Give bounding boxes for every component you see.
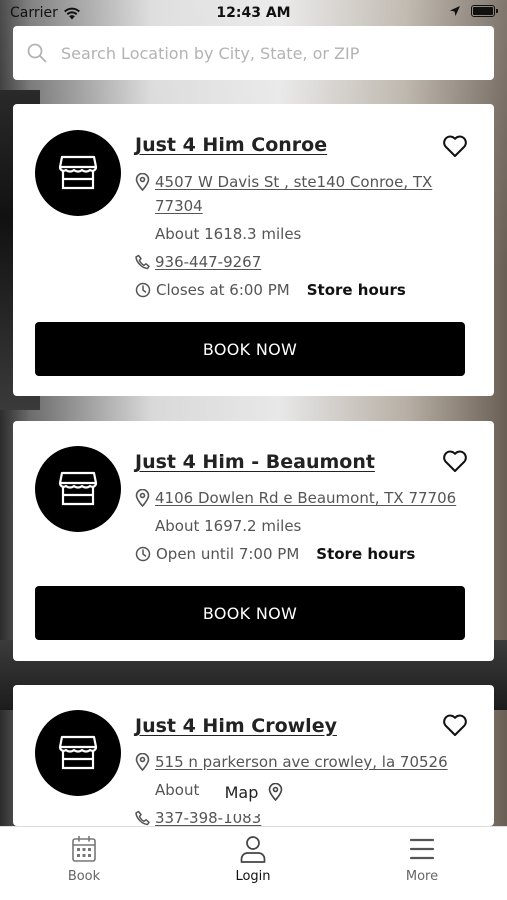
store-logo	[35, 710, 121, 796]
storefront-icon	[58, 471, 98, 506]
clock-icon	[135, 546, 151, 562]
distance-row: About 1618.3 miles	[135, 222, 301, 246]
distance-row: About 1697.2 miles	[135, 514, 301, 538]
distance-text: About	[155, 781, 200, 799]
map-pin-icon	[135, 753, 150, 771]
status-right	[449, 5, 498, 17]
search-bar[interactable]	[13, 26, 494, 80]
tab-label: Login	[235, 869, 271, 884]
location-arrow-icon	[450, 6, 460, 16]
address-line-2[interactable]: 77304	[155, 194, 432, 218]
phone-icon	[135, 810, 150, 826]
map-toggle-button[interactable]: Map	[202, 770, 306, 814]
search-icon	[27, 43, 47, 63]
distance-row: About	[135, 778, 199, 802]
storefront-icon	[58, 155, 98, 190]
tab-label: More	[405, 869, 439, 884]
book-now-button[interactable]: BOOK NOW	[35, 586, 465, 640]
store-card-beaumont: Just 4 Him - Beaumont 4106 Dowlen Rd e B…	[13, 421, 494, 661]
battery-icon	[471, 5, 498, 17]
tab-login[interactable]: Login	[208, 835, 298, 884]
menu-icon	[409, 838, 435, 860]
clock-icon	[135, 282, 151, 298]
tab-more[interactable]: More	[377, 835, 467, 884]
store-hours-link[interactable]: Store hours	[307, 278, 406, 302]
book-now-button[interactable]: BOOK NOW	[35, 322, 465, 376]
store-logo	[35, 446, 121, 532]
store-name[interactable]: Just 4 Him Crowley	[135, 715, 337, 737]
address-line-1[interactable]: 515 n parkerson ave crowley, la 70526	[155, 750, 448, 774]
store-card-conroe: Just 4 Him Conroe 4507 W Davis St , ste1…	[13, 104, 494, 396]
status-bar: Carrier 12:43 AM	[0, 0, 507, 26]
distance-text: About 1618.3 miles	[155, 225, 302, 243]
favorite-heart-icon[interactable]	[442, 134, 468, 158]
tab-label: Book	[67, 869, 101, 884]
address-line-1[interactable]: 4106 Dowlen Rd e Beaumont, TX 77706	[155, 486, 456, 510]
status-time: 12:43 AM	[216, 5, 291, 21]
store-name[interactable]: Just 4 Him - Beaumont	[135, 451, 375, 473]
favorite-heart-icon[interactable]	[442, 449, 468, 473]
tab-book[interactable]: Book	[39, 835, 129, 884]
search-input[interactable]	[61, 43, 481, 63]
phone-link[interactable]: 936-447-9267	[155, 250, 261, 274]
phone-row[interactable]: 936-447-9267	[135, 250, 261, 274]
address-row[interactable]: 4106 Dowlen Rd e Beaumont, TX 77706	[135, 486, 456, 510]
store-hours-link[interactable]: Store hours	[316, 542, 415, 566]
address-line-1[interactable]: 4507 W Davis St , ste140 Conroe, TX	[155, 170, 432, 194]
map-pin-icon	[269, 783, 283, 801]
hours-status: Open until 7:00 PM	[156, 545, 300, 563]
user-icon	[240, 836, 266, 863]
map-button-label: Map	[224, 782, 259, 802]
store-name[interactable]: Just 4 Him Conroe	[135, 134, 327, 156]
store-logo	[35, 130, 121, 216]
map-pin-icon	[135, 489, 150, 507]
calendar-icon	[72, 835, 96, 862]
hours-status: Closes at 6:00 PM	[156, 281, 290, 299]
distance-text: About 1697.2 miles	[155, 517, 302, 535]
address-row[interactable]: 4507 W Davis St , ste140 Conroe, TX 7730…	[135, 170, 432, 218]
storefront-icon	[58, 735, 98, 770]
map-pin-icon	[135, 173, 150, 191]
phone-icon	[135, 254, 150, 270]
hours-row: Open until 7:00 PM Store hours	[135, 542, 415, 566]
hours-row: Closes at 6:00 PM Store hours	[135, 278, 406, 302]
bottom-tab-bar: Book Login More	[0, 826, 507, 900]
favorite-heart-icon[interactable]	[442, 713, 468, 737]
